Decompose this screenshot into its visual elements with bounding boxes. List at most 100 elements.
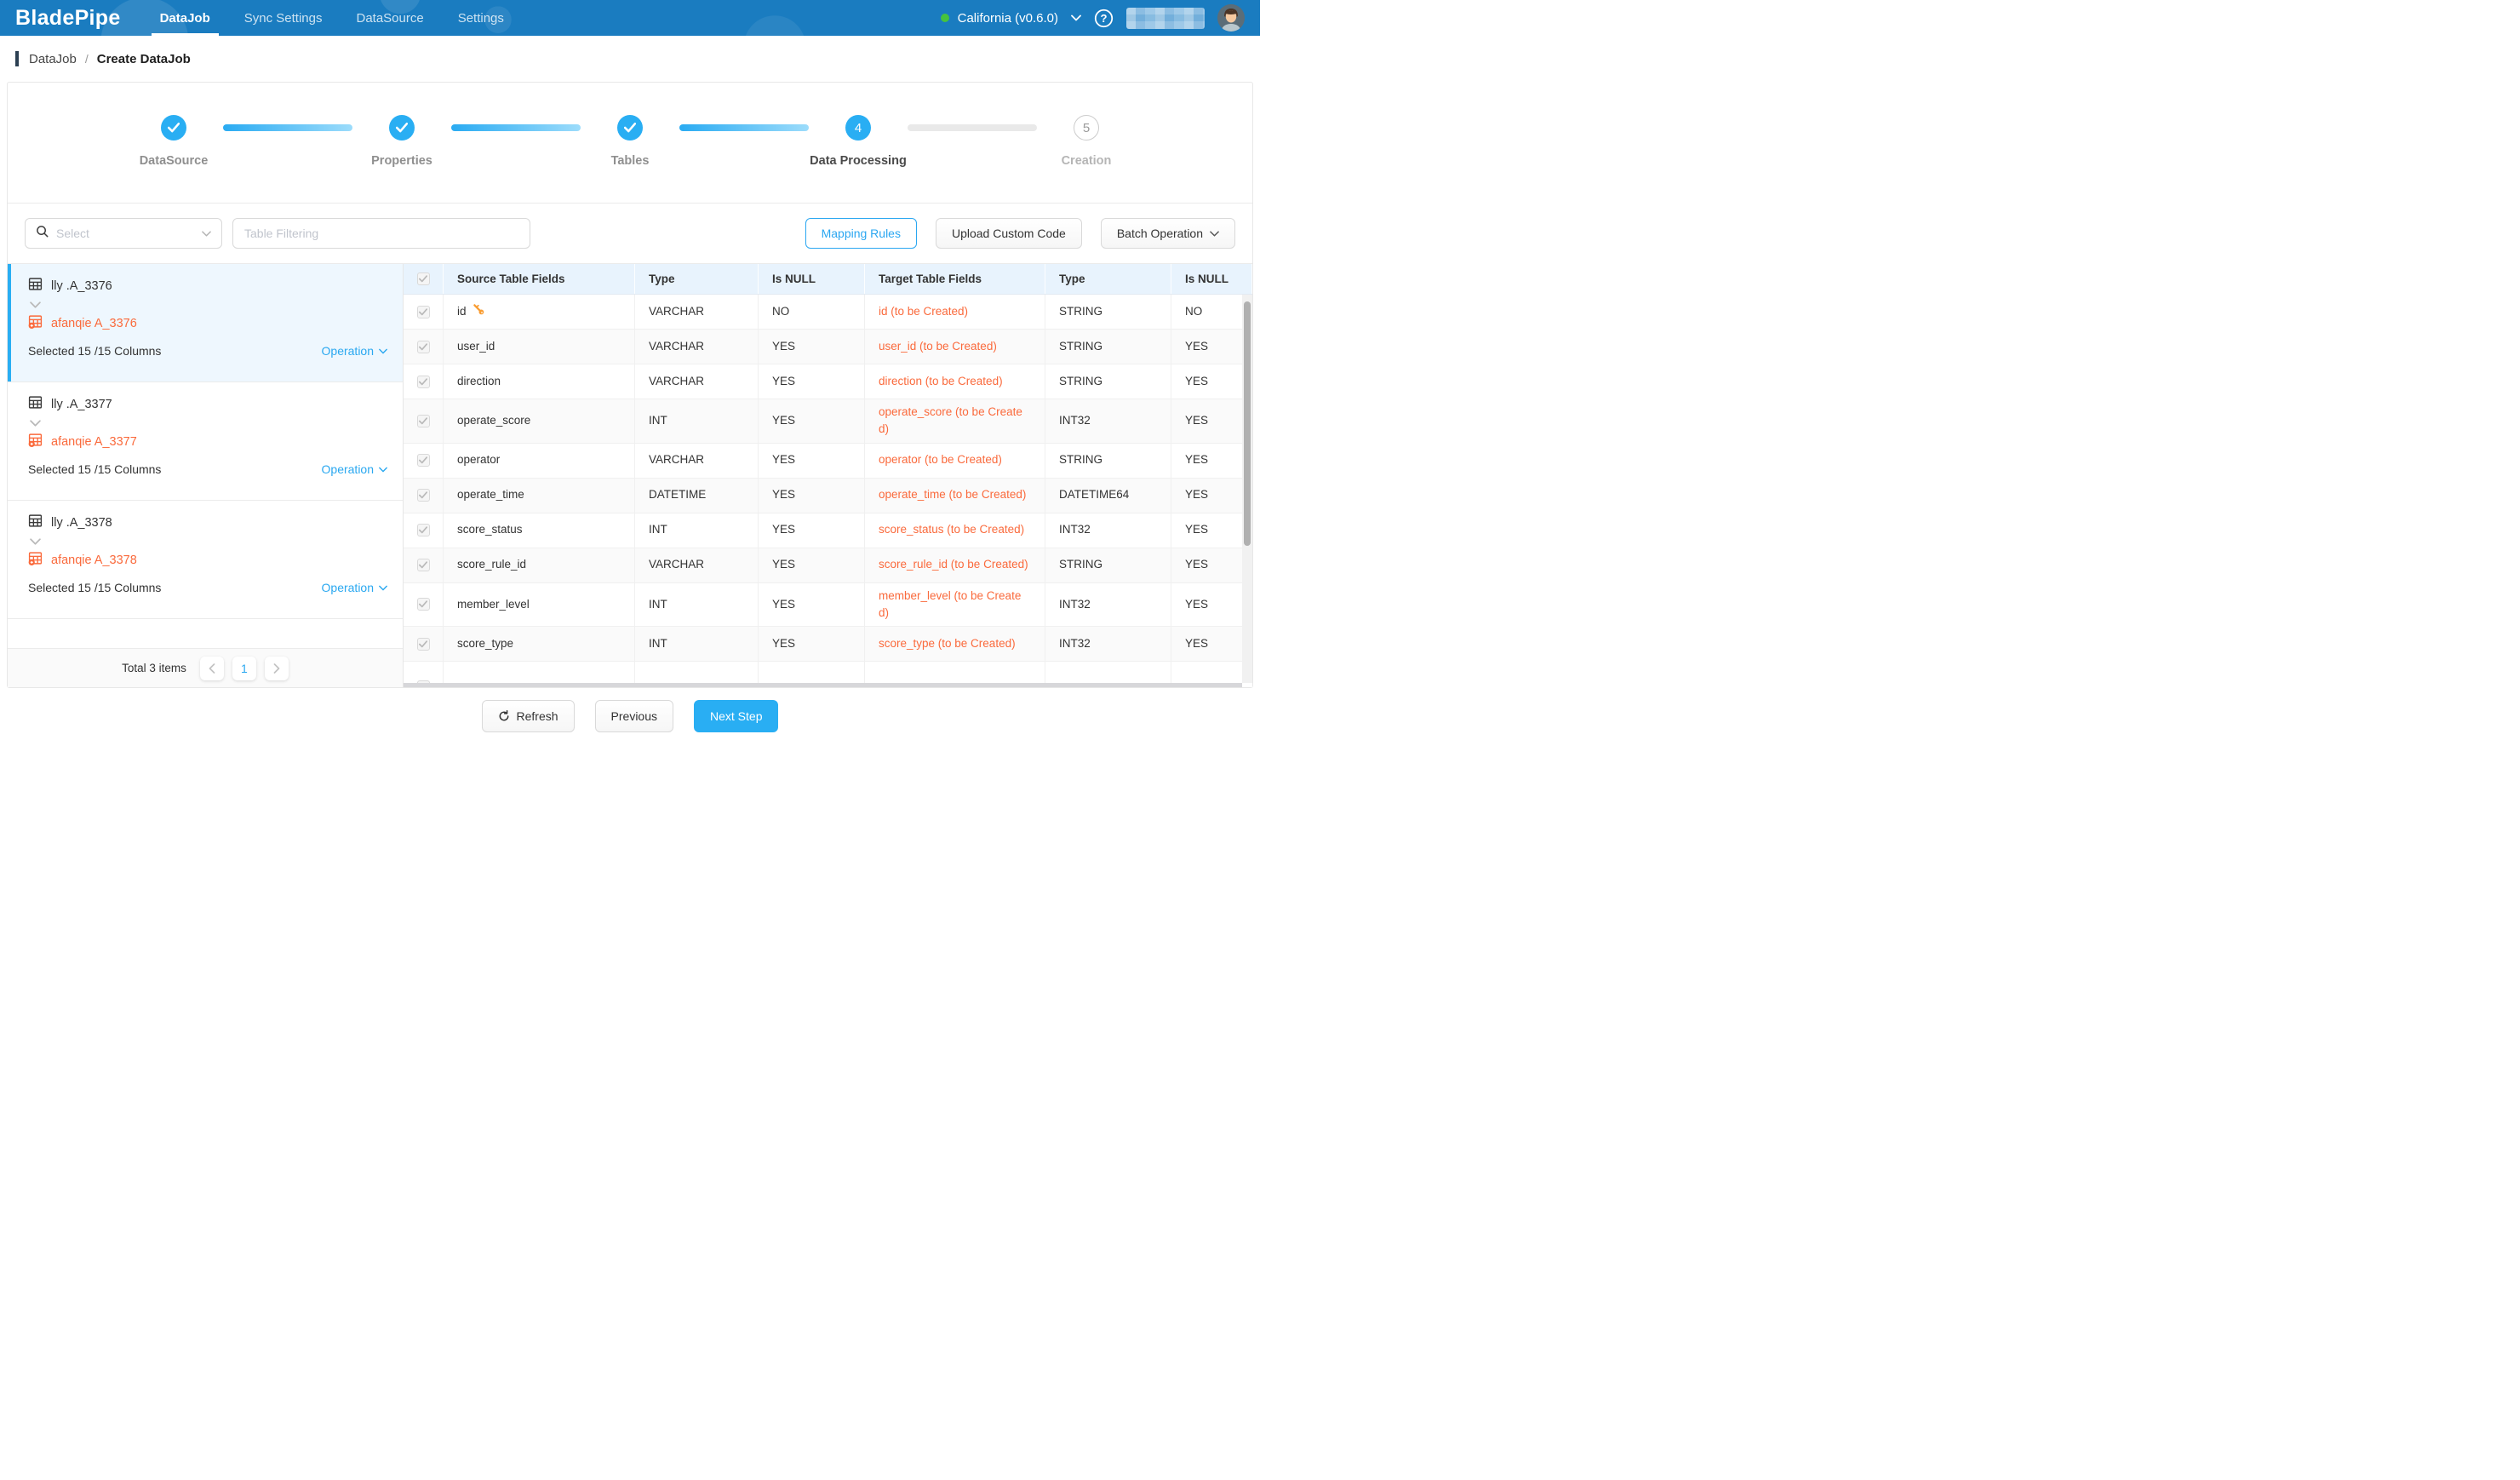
target-field-type: STRING (1045, 295, 1171, 329)
create-datajob-card: DataSource Properties Tables 4 Data Proc… (7, 82, 1253, 688)
chevron-down-icon[interactable] (1071, 14, 1081, 21)
step-number: 5 (1074, 115, 1099, 141)
search-icon (36, 225, 49, 242)
target-field-type: STRING (1045, 548, 1171, 582)
select-placeholder: Select (56, 227, 194, 240)
table-row: id VARCHAR NO id (to be Created) STRING … (404, 295, 1252, 330)
source-field-type: INT (635, 627, 759, 661)
source-field-nullable: YES (759, 444, 865, 478)
table-pair-item[interactable]: lly .A_3378 afanqie A_3378 Selected 15 /… (8, 501, 403, 619)
breadcrumb-accent-bar (15, 51, 19, 66)
chevron-down-icon (1210, 231, 1219, 237)
row-checkbox[interactable] (417, 638, 430, 651)
source-field-nullable: NO (759, 295, 865, 329)
refresh-button[interactable]: Refresh (482, 700, 575, 732)
previous-button[interactable]: Previous (595, 700, 673, 732)
row-checkbox[interactable] (417, 524, 430, 536)
step-data-processing: 4 Data Processing (809, 115, 908, 168)
step-check-icon (161, 115, 186, 141)
target-field-type: INT32 (1045, 513, 1171, 548)
operation-dropdown[interactable]: Operation (322, 462, 387, 476)
operation-dropdown[interactable]: Operation (322, 581, 387, 594)
mapping-content: lly .A_3376 afanqie A_3376 Selected 15 /… (8, 263, 1252, 687)
previous-page-button[interactable] (200, 657, 224, 680)
source-field-type: VARCHAR (635, 444, 759, 478)
target-field-name: operator (to be Created) (865, 444, 1045, 478)
nav-item-sync-settings[interactable]: Sync Settings (243, 0, 324, 36)
row-checkbox[interactable] (417, 376, 430, 388)
step-connector (223, 124, 352, 131)
source-field-name: id (457, 303, 467, 320)
target-field-name: score_rule_id (to be Created) (865, 548, 1045, 582)
table-pair-panel: lly .A_3376 afanqie A_3376 Selected 15 /… (8, 264, 404, 687)
column-header: Type (635, 264, 759, 294)
source-field-nullable: YES (759, 364, 865, 399)
source-field-nullable: YES (759, 548, 865, 582)
row-checkbox[interactable] (417, 341, 430, 353)
source-table-name: lly .A_3378 (51, 516, 112, 530)
nav-item-settings[interactable]: Settings (456, 0, 506, 36)
table-filtering-input[interactable] (232, 218, 530, 249)
mapping-rules-button[interactable]: Mapping Rules (805, 218, 917, 249)
horizontal-scrollbar[interactable] (404, 683, 1242, 687)
primary-key-icon (472, 303, 484, 320)
target-field-nullable: YES (1171, 627, 1252, 661)
table-pair-item[interactable]: lly .A_3376 afanqie A_3376 Selected 15 /… (8, 264, 403, 382)
column-header: Is NULL (759, 264, 865, 294)
column-header: Source Table Fields (444, 264, 635, 294)
target-field-type: STRING (1045, 330, 1171, 364)
target-field-name: member_level (to be Created) (865, 583, 1045, 627)
target-field-nullable: YES (1171, 583, 1252, 627)
target-field-type: STRING (1045, 364, 1171, 399)
pagination-total: Total 3 items (122, 662, 186, 674)
row-checkbox[interactable] (417, 454, 430, 467)
row-checkbox[interactable] (417, 415, 430, 427)
row-checkbox[interactable] (417, 559, 430, 571)
top-nav-bar: BladePipe DataJob Sync Settings DataSour… (0, 0, 1260, 36)
row-checkbox[interactable] (417, 306, 430, 318)
upload-custom-code-button[interactable]: Upload Custom Code (936, 218, 1082, 249)
environment-label[interactable]: California (v0.6.0) (958, 11, 1058, 26)
step-connector (451, 124, 581, 131)
target-field-nullable: YES (1171, 479, 1252, 513)
step-check-icon (617, 115, 643, 141)
target-field-name: score_status (to be Created) (865, 513, 1045, 548)
avatar[interactable] (1217, 4, 1245, 32)
source-field-nullable: YES (759, 330, 865, 364)
batch-operation-button[interactable]: Batch Operation (1101, 218, 1235, 249)
target-field-nullable: YES (1171, 548, 1252, 582)
step-properties: Properties (352, 115, 451, 168)
chevron-down-icon (379, 467, 387, 473)
scope-select[interactable]: Select (25, 218, 222, 249)
table-row: score_type INT YES score_type (to be Cre… (404, 627, 1252, 662)
nav-item-datasource[interactable]: DataSource (354, 0, 425, 36)
row-checkbox[interactable] (417, 489, 430, 502)
chevron-down-icon[interactable] (30, 538, 387, 545)
nav-item-datajob[interactable]: DataJob (158, 0, 212, 36)
target-field-nullable: YES (1171, 364, 1252, 399)
row-checkbox[interactable] (417, 598, 430, 611)
chevron-down-icon[interactable] (30, 301, 387, 308)
operation-dropdown[interactable]: Operation (322, 344, 387, 358)
page-number-button[interactable]: 1 (232, 657, 256, 680)
selected-columns-label: Selected 15 /15 Columns (28, 462, 161, 476)
vertical-scrollbar-thumb[interactable] (1244, 301, 1251, 546)
next-step-button[interactable]: Next Step (694, 700, 778, 732)
chevron-down-icon[interactable] (30, 420, 387, 427)
table-pair-item[interactable]: lly .A_3377 afanqie A_3377 Selected 15 /… (8, 382, 403, 501)
target-field-name: id (to be Created) (865, 295, 1045, 329)
step-number: 4 (845, 115, 871, 141)
source-field-nullable: YES (759, 583, 865, 627)
target-field-name: operate_score (to be Created) (865, 399, 1045, 443)
refresh-icon (498, 710, 510, 722)
table-row: score_rule_id VARCHAR YES score_rule_id … (404, 548, 1252, 583)
table-row: operate_score INT YES operate_score (to … (404, 399, 1252, 444)
field-mapping-table: Source Table Fields Type Is NULL Target … (404, 264, 1252, 687)
target-field-type: INT32 (1045, 399, 1171, 443)
select-all-checkbox[interactable] (417, 272, 430, 285)
next-page-button[interactable] (265, 657, 289, 680)
source-field-name: operate_time (457, 486, 524, 503)
target-field-type: STRING (1045, 444, 1171, 478)
help-icon[interactable]: ? (1094, 9, 1114, 28)
breadcrumb-parent[interactable]: DataJob (29, 52, 77, 66)
